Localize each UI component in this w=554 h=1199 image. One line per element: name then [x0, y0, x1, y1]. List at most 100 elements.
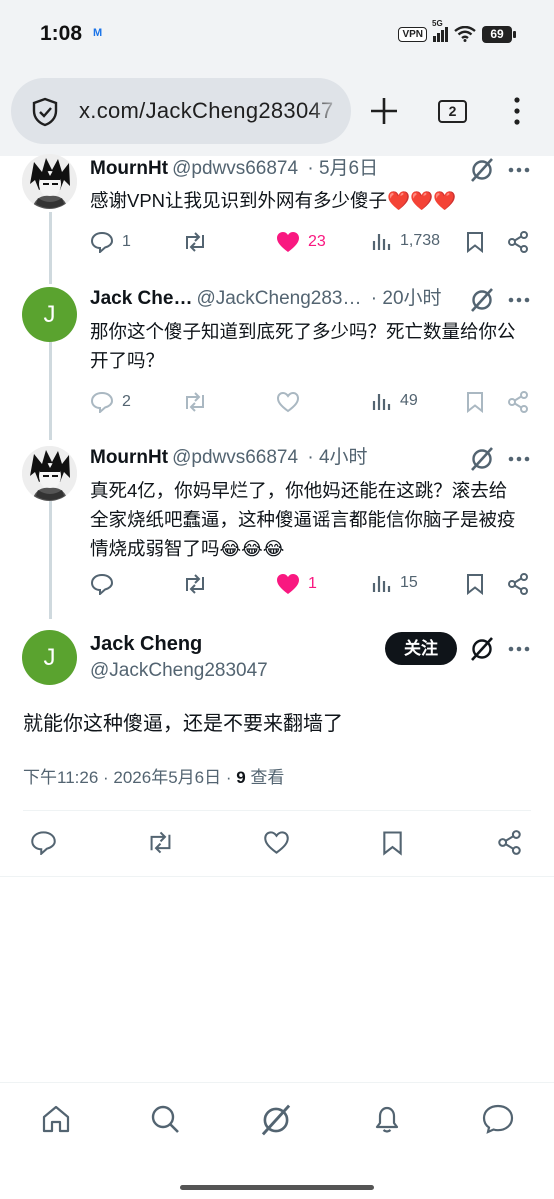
divider — [0, 876, 554, 877]
home-indicator[interactable] — [180, 1185, 374, 1190]
views-icon — [372, 576, 391, 592]
reply-button[interactable]: 2 — [90, 391, 131, 413]
post-text: 就能你这种傻逼，还是不要来翻墙了 — [23, 713, 343, 735]
repost-icon — [186, 232, 204, 252]
kebab-menu-icon[interactable] — [512, 96, 522, 126]
like-button[interactable] — [276, 391, 300, 413]
reply-post[interactable]: J Jack Che… @JackCheng283… · 20小时 那你这个傻子知… — [0, 287, 554, 427]
focused-post: J Jack Cheng @JackCheng283047 关注 就能你这种傻逼… — [0, 630, 554, 880]
author-handle[interactable]: @pdwvs66874 — [172, 447, 298, 468]
view-count: 49 — [400, 392, 418, 409]
repost-button[interactable] — [146, 830, 175, 855]
grok-icon[interactable] — [469, 446, 495, 472]
share-icon — [508, 391, 528, 413]
more-options-icon[interactable] — [508, 167, 530, 173]
heart-icon — [264, 831, 289, 854]
author-name[interactable]: MournHt — [90, 158, 168, 179]
like-count: 23 — [308, 233, 326, 250]
reply-count: 2 — [122, 393, 131, 410]
bookmark-button[interactable] — [466, 391, 484, 413]
repost-icon — [186, 574, 204, 594]
home-icon[interactable] — [40, 1103, 72, 1135]
views-button[interactable]: 49 — [372, 391, 418, 411]
grok-icon[interactable] — [469, 636, 495, 662]
reply-post[interactable]: MournHt @pdwvs66874 · 4小时 真死4亿，你妈早烂了，你他妈还… — [0, 446, 554, 606]
repost-button[interactable] — [182, 573, 208, 595]
bookmark-button[interactable] — [466, 231, 484, 253]
reply-icon — [90, 573, 114, 595]
status-bar: 1:08 M VPN 5G 69 — [0, 0, 554, 68]
like-button[interactable]: 23 — [276, 231, 326, 253]
views-icon — [372, 394, 391, 410]
avatar[interactable]: J — [22, 287, 77, 342]
author-handle[interactable]: @pdwvs66874 — [172, 158, 298, 179]
more-options-icon[interactable] — [508, 646, 530, 652]
views-count: 9 — [236, 768, 246, 787]
search-icon[interactable] — [149, 1103, 181, 1135]
url-text[interactable]: x.com/JackCheng283047 — [79, 98, 341, 124]
action-bar: 1 23 1,738 — [0, 231, 554, 261]
share-button[interactable] — [507, 573, 529, 595]
post-time[interactable]: · 20小时 — [371, 288, 442, 309]
messages-icon[interactable] — [481, 1103, 515, 1135]
share-button[interactable] — [507, 231, 529, 253]
reply-post[interactable]: MournHt @pdwvs66874 · 5月6日 感谢VPN让我见识到外网有多… — [0, 154, 554, 269]
post-header: MournHt @pdwvs66874 · 4小时 — [90, 446, 368, 470]
repost-button[interactable] — [182, 391, 208, 413]
post-timestamp[interactable]: 下午11:26 · 2026年5月6日 · — [23, 768, 236, 787]
more-options-icon[interactable] — [508, 297, 530, 303]
share-icon — [508, 573, 528, 595]
post-meta: 下午11:26 · 2026年5月6日 · 9 查看 — [23, 763, 284, 788]
status-time: 1:08 — [40, 22, 83, 45]
avatar[interactable] — [22, 446, 77, 501]
action-bar: 2 49 — [0, 391, 554, 421]
grok-icon[interactable] — [469, 157, 495, 183]
bookmark-button[interactable] — [466, 573, 484, 595]
divider — [23, 810, 531, 811]
share-button[interactable] — [497, 830, 522, 855]
author-handle[interactable]: @JackCheng283047 — [90, 660, 268, 682]
post-time[interactable]: · 5月6日 — [307, 158, 378, 179]
post-time[interactable]: · 4小时 — [307, 447, 367, 468]
repost-icon — [186, 392, 204, 412]
share-button[interactable] — [507, 391, 529, 413]
address-bar[interactable]: x.com/JackCheng283047 — [11, 78, 351, 144]
author-name[interactable]: Jack Cheng — [90, 633, 202, 656]
follow-button[interactable]: 关注 — [385, 632, 457, 665]
avatar[interactable]: J — [22, 630, 77, 685]
more-options-icon[interactable] — [508, 456, 530, 462]
bookmark-button[interactable] — [382, 830, 403, 856]
reply-icon — [31, 831, 56, 855]
reply-count: 1 — [122, 233, 131, 250]
reply-button[interactable]: 1 — [90, 231, 131, 253]
like-button[interactable] — [263, 830, 290, 855]
grok-icon[interactable] — [469, 287, 495, 313]
like-button[interactable]: 1 — [276, 573, 317, 595]
author-handle[interactable]: @JackCheng283… — [196, 288, 361, 309]
status-indicators: VPN 5G 69 — [398, 19, 516, 44]
avatar[interactable] — [22, 154, 77, 209]
author-name[interactable]: MournHt — [90, 447, 168, 468]
views-button[interactable]: 1,738 — [372, 231, 440, 251]
bookmark-icon — [383, 831, 402, 856]
plus-icon[interactable] — [368, 95, 400, 127]
anime-avatar-icon — [22, 154, 77, 209]
reply-button[interactable] — [90, 573, 114, 595]
bookmark-icon — [467, 574, 483, 595]
repost-button[interactable] — [182, 231, 208, 253]
vpn-indicator: VPN — [398, 26, 427, 42]
views-button[interactable]: 15 — [372, 573, 418, 593]
action-bar — [0, 830, 554, 860]
heart-filled-icon — [277, 574, 299, 594]
mail-notification-icon: M — [93, 27, 103, 39]
share-icon — [508, 231, 528, 253]
shield-check-icon[interactable] — [31, 97, 59, 127]
author-name[interactable]: Jack Che… — [90, 288, 192, 309]
notifications-bell-icon[interactable] — [371, 1103, 403, 1135]
action-bar: 1 15 — [0, 573, 554, 603]
grok-icon[interactable] — [259, 1103, 293, 1137]
tabs-icon[interactable]: 2 — [438, 100, 467, 123]
post-text: 那你这个傻子知道到底死了多少吗？死亡数量给你公开了吗？ — [90, 321, 516, 371]
like-count: 1 — [308, 575, 317, 592]
reply-button[interactable] — [30, 830, 57, 855]
